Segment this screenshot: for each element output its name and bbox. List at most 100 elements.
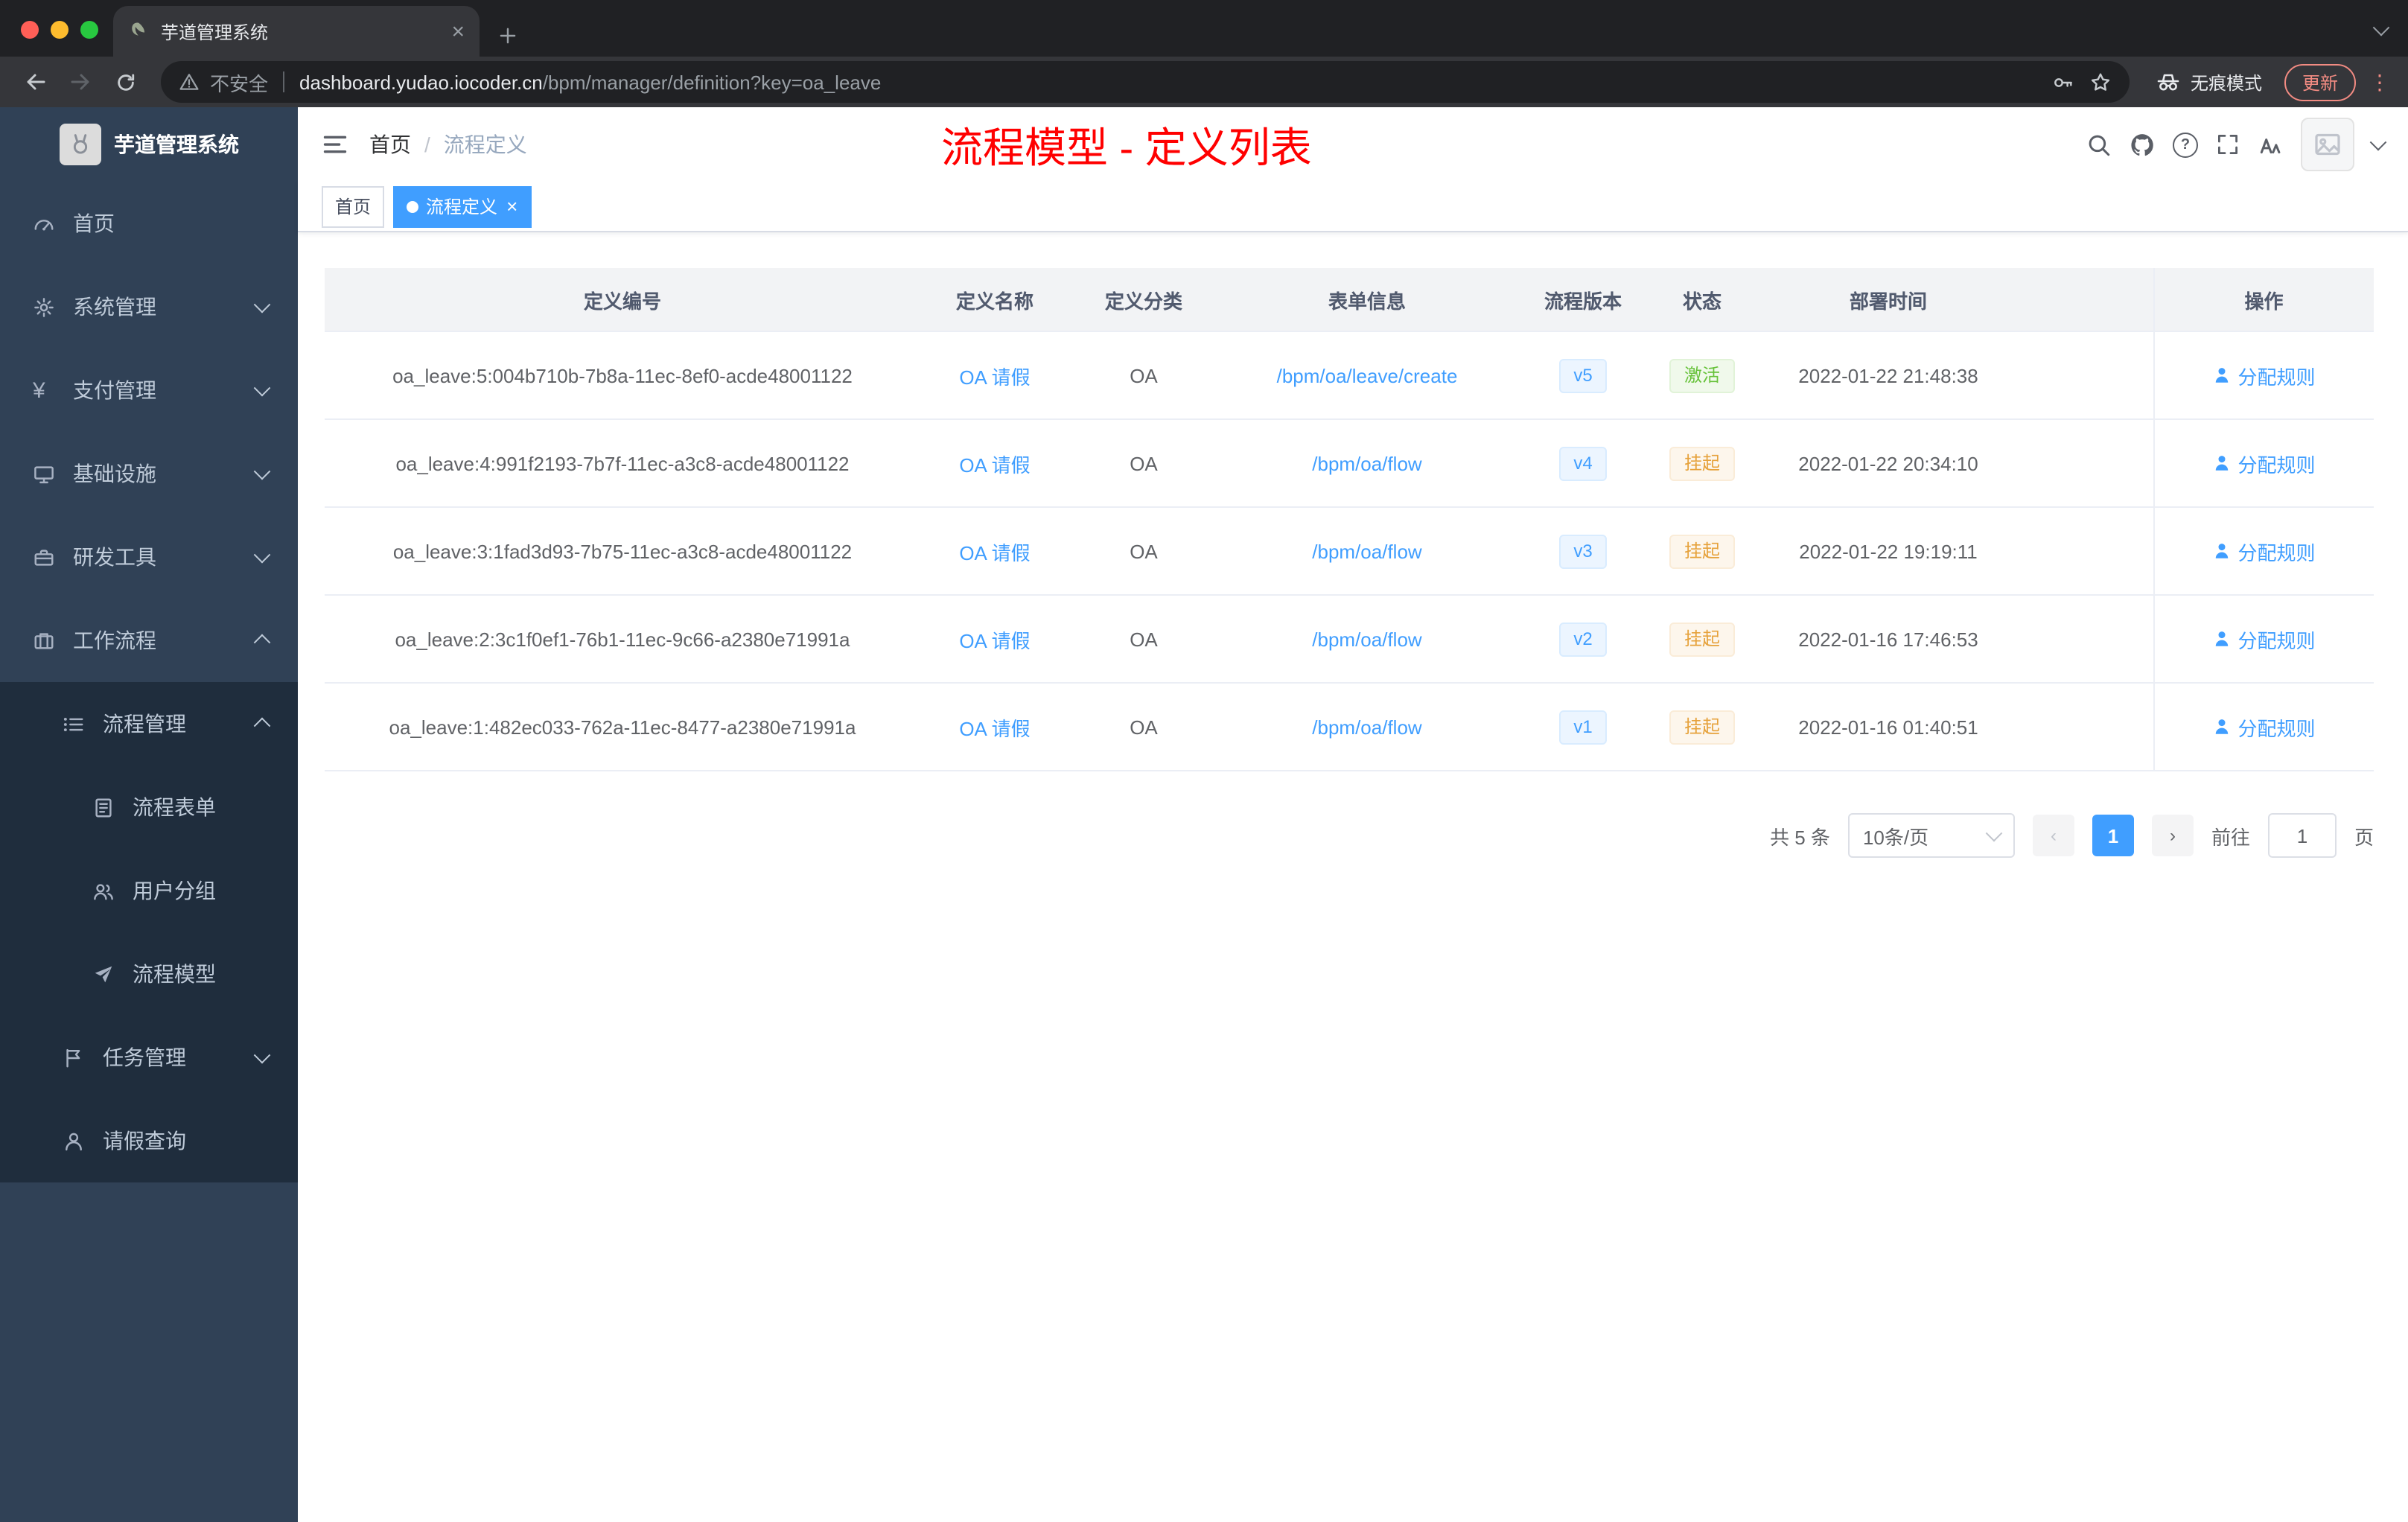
form-info-link[interactable]: /bpm/oa/flow [1312, 540, 1421, 562]
security-label[interactable]: 不安全 [210, 68, 268, 96]
app-title: 芋道管理系统 [114, 133, 239, 156]
tag-home[interactable]: 首页 [322, 185, 385, 227]
sidebar-item-user-group[interactable]: 用户分组 [0, 849, 298, 932]
page-number-button[interactable]: 1 [2092, 815, 2134, 856]
table-row: oa_leave:5:004b710b-7b8a-11ec-8ef0-acde4… [325, 331, 2374, 420]
favicon [128, 21, 149, 42]
browser-toolbar: 不安全 dashboard.yudao.iocoder.cn/bpm/manag… [0, 57, 2408, 107]
chevron-down-icon [253, 296, 271, 313]
incognito-indicator: 无痕模式 [2144, 69, 2274, 95]
chevron-down-icon [253, 1046, 271, 1064]
sidebar-item-home[interactable]: 首页 [0, 182, 298, 265]
assign-rule-link[interactable]: 分配规则 [2212, 537, 2316, 565]
send-icon [92, 963, 115, 985]
tag-process-definition[interactable]: 流程定义 × [393, 185, 532, 227]
tab-title: 芋道管理系统 [161, 22, 269, 42]
close-window-button[interactable] [21, 21, 39, 39]
sidebar-item-workflow[interactable]: 工作流程 [0, 599, 298, 682]
tab-close-icon[interactable]: × [451, 20, 465, 42]
cell-category: OA [1069, 683, 1218, 771]
cell-definition-id: oa_leave:3:1fad3d93-7b75-11ec-a3c8-acde4… [325, 507, 920, 596]
form-info-link[interactable]: /bpm/oa/leave/create [1277, 364, 1458, 386]
avatar-caret-icon[interactable] [2369, 133, 2387, 151]
sidebar-item-process-form[interactable]: 流程表单 [0, 765, 298, 849]
help-icon[interactable]: ? [2173, 132, 2198, 157]
window-controls [21, 21, 98, 39]
app-logo[interactable]: 芋道管理系统 [0, 107, 298, 182]
sidebar-item-label: 请假查询 [103, 1129, 186, 1153]
breadcrumb: 首页 / 流程定义 [369, 130, 527, 159]
sidebar-item-label: 任务管理 [103, 1045, 186, 1069]
flag-icon [63, 1046, 85, 1069]
new-tab-button[interactable] [497, 25, 518, 46]
col-process-version: 流程版本 [1516, 268, 1650, 332]
cell-category: OA [1069, 595, 1218, 684]
avatar[interactable] [2301, 118, 2354, 171]
github-icon[interactable] [2130, 132, 2155, 157]
back-button[interactable] [15, 61, 57, 103]
cell-deploy-time: 2022-01-16 01:40:51 [1754, 683, 2022, 771]
tag-label: 流程定义 [426, 197, 498, 217]
sidebar-item-payment[interactable]: ¥ 支付管理 [0, 348, 298, 432]
page-annotation: 流程模型 - 定义列表 [941, 125, 1312, 171]
sidebar-item-devtools[interactable]: 研发工具 [0, 515, 298, 599]
table-row: oa_leave:1:482ec033-762a-11ec-8477-a2380… [325, 683, 2374, 771]
form-info-link[interactable]: /bpm/oa/flow [1312, 716, 1421, 738]
form-info-link[interactable]: /bpm/oa/flow [1312, 628, 1421, 650]
breadcrumb-home[interactable]: 首页 [369, 130, 411, 159]
browser-menu-icon[interactable]: ⋮ [2366, 69, 2393, 95]
yen-icon: ¥ [33, 378, 45, 403]
cell-deploy-time: 2022-01-22 20:34:10 [1754, 419, 2022, 508]
goto-page-input[interactable] [2267, 813, 2337, 858]
chevron-down-icon [253, 546, 271, 564]
assign-rule-link[interactable]: 分配规则 [2212, 625, 2316, 653]
definition-name-link[interactable]: OA 请假 [959, 453, 1030, 476]
sidebar-item-leave-query[interactable]: 请假查询 [0, 1099, 298, 1182]
toolbox-icon [33, 546, 55, 568]
font-size-icon[interactable] [2258, 132, 2283, 157]
forward-button[interactable] [60, 61, 101, 103]
chrome-update-button[interactable]: 更新 [2284, 63, 2356, 101]
definition-name-link[interactable]: OA 请假 [959, 541, 1030, 564]
password-key-icon[interactable] [2052, 71, 2074, 93]
sidebar-item-system[interactable]: 系统管理 [0, 265, 298, 348]
monitor-icon [33, 462, 55, 485]
tab-search-icon[interactable] [2372, 19, 2390, 36]
bookmark-star-icon[interactable] [2089, 71, 2112, 93]
form-info-link[interactable]: /bpm/oa/flow [1312, 452, 1421, 474]
fullscreen-icon[interactable] [2216, 133, 2240, 156]
address-bar[interactable]: 不安全 dashboard.yudao.iocoder.cn/bpm/manag… [161, 61, 2130, 103]
sidebar-item-infra[interactable]: 基础设施 [0, 432, 298, 515]
status-badge: 激活 [1669, 358, 1735, 392]
app-navbar: 首页 / 流程定义 流程模型 - 定义列表 ? [298, 107, 2408, 182]
assign-rule-link[interactable]: 分配规则 [2212, 449, 2316, 477]
hamburger-icon[interactable] [322, 131, 348, 158]
definition-name-link[interactable]: OA 请假 [959, 717, 1030, 739]
minimize-window-button[interactable] [51, 21, 69, 39]
tag-close-icon[interactable]: × [506, 197, 517, 216]
refresh-button[interactable] [104, 61, 146, 103]
assign-rule-label: 分配规则 [2237, 541, 2316, 564]
status-badge: 挂起 [1669, 534, 1735, 568]
sidebar-item-process-model[interactable]: 流程模型 [0, 932, 298, 1016]
prev-page-button[interactable]: ‹ [2032, 815, 2074, 856]
next-page-button[interactable]: › [2151, 815, 2194, 856]
browser-tab[interactable]: 芋道管理系统 × [113, 6, 480, 57]
zoom-window-button[interactable] [80, 21, 98, 39]
sidebar-item-task-management[interactable]: 任务管理 [0, 1016, 298, 1099]
workflow-submenu: 流程管理 流程表单 用户分组 流程模型 任务管理 请假查询 [0, 682, 298, 1182]
assign-rule-link[interactable]: 分配规则 [2212, 361, 2316, 389]
definition-name-link[interactable]: OA 请假 [959, 629, 1030, 652]
chevron-up-icon [253, 717, 271, 735]
page-size-select[interactable]: 10条/页 [1847, 813, 2015, 858]
search-icon[interactable] [2086, 132, 2112, 157]
sidebar-item-process-management[interactable]: 流程管理 [0, 682, 298, 765]
cell-filler [2022, 683, 2153, 771]
user-icon [63, 1130, 85, 1152]
chevron-down-icon [253, 379, 271, 397]
definition-name-link[interactable]: OA 请假 [959, 366, 1030, 388]
assign-rule-link[interactable]: 分配规则 [2212, 713, 2316, 741]
list-icon [63, 713, 85, 735]
tag-label: 首页 [335, 197, 372, 217]
cell-category: OA [1069, 419, 1218, 508]
